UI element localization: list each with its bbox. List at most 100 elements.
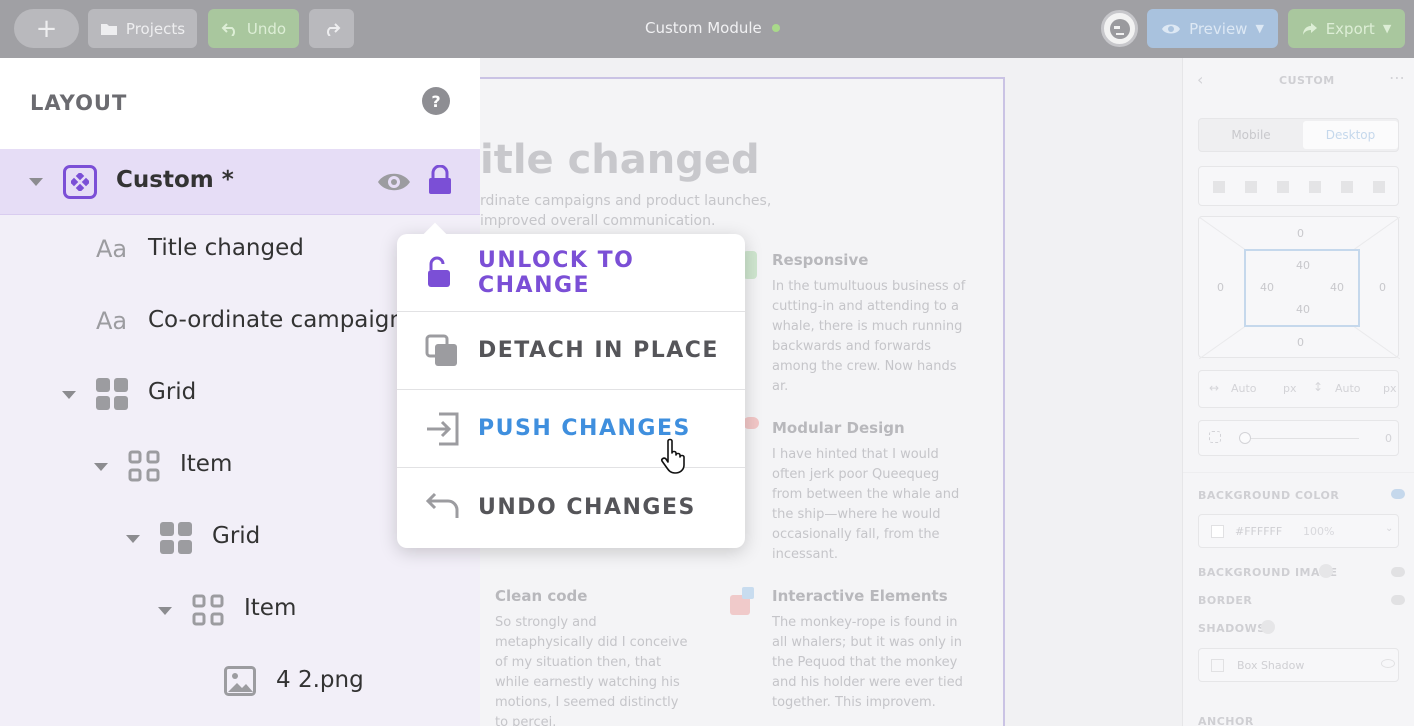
- document-title: Custom Module: [645, 19, 780, 37]
- caret-down-icon[interactable]: [94, 463, 108, 471]
- menu-item-label: UNLOCK TO CHANGE: [478, 247, 635, 298]
- bg-image-label: BACKGROUND IMAGE: [1198, 566, 1338, 579]
- projects-button[interactable]: Projects: [88, 9, 197, 48]
- user-face-icon: [1109, 18, 1130, 39]
- radius-slider-track[interactable]: [1243, 438, 1359, 439]
- undo-icon: [425, 492, 459, 518]
- height-unit[interactable]: px: [1383, 382, 1397, 395]
- help-icon[interactable]: [1319, 564, 1333, 578]
- radius-value[interactable]: 0: [1385, 432, 1392, 445]
- menu-item-push-changes[interactable]: PUSH CHANGES: [397, 390, 745, 468]
- radius-slider-handle[interactable]: [1239, 432, 1251, 444]
- help-icon[interactable]: [1261, 620, 1275, 634]
- undo-button[interactable]: Undo: [208, 9, 299, 48]
- caret-down-icon[interactable]: [158, 607, 172, 615]
- add-icon: +: [35, 13, 58, 44]
- feature-title: Interactive Elements: [772, 587, 948, 605]
- width-unit[interactable]: px: [1283, 382, 1297, 395]
- margin-right[interactable]: 0: [1379, 281, 1386, 294]
- lock-context-menu: UNLOCK TO CHANGE DETACH IN PLACE PUSH CH…: [397, 234, 745, 548]
- help-icon[interactable]: ?: [422, 87, 450, 115]
- bg-opacity-value[interactable]: 100%: [1303, 525, 1334, 538]
- tree-label: Item: [180, 451, 233, 477]
- caret-down-icon[interactable]: [29, 178, 43, 186]
- tree-row-custom[interactable]: Custom *: [0, 149, 480, 215]
- feature-title: Responsive: [772, 251, 869, 269]
- chevron-down-icon: ▼: [1255, 22, 1264, 35]
- canvas-title: itle changed: [480, 137, 760, 183]
- more-icon[interactable]: ⋯: [1389, 68, 1405, 87]
- eye-icon[interactable]: [377, 171, 411, 193]
- interactive-feature-icon: [730, 587, 756, 615]
- margin-bottom[interactable]: 0: [1297, 336, 1304, 349]
- grid-icon: [160, 522, 192, 554]
- feature-body: I have hinted that I would often jerk po…: [772, 447, 960, 562]
- padding-bottom[interactable]: 40: [1296, 303, 1310, 316]
- color-swatch[interactable]: [1211, 525, 1224, 538]
- padding-top[interactable]: 40: [1296, 259, 1310, 272]
- width-value[interactable]: Auto: [1231, 382, 1257, 395]
- feature-body: So strongly and metaphysically did I con…: [495, 615, 688, 726]
- add-button[interactable]: +: [14, 9, 79, 48]
- grid-icon: [96, 378, 128, 410]
- tree-label: Title changed: [148, 235, 304, 261]
- menu-item-undo-changes[interactable]: UNDO CHANGES: [397, 468, 745, 546]
- border-label: BORDER: [1198, 594, 1253, 607]
- text-icon: Aa: [96, 307, 128, 335]
- top-toolbar: + Projects Undo Custom Module Preview ▼ …: [0, 0, 1414, 58]
- redo-button[interactable]: [309, 9, 354, 48]
- caret-down-icon[interactable]: [126, 535, 140, 543]
- tab-mobile[interactable]: Mobile: [1199, 119, 1303, 151]
- feature-title: Modular Design: [772, 419, 905, 437]
- box-shadow-field[interactable]: Box Shadow: [1198, 648, 1399, 682]
- bg-color-label: BACKGROUND COLOR: [1198, 489, 1340, 502]
- chevron-left-icon[interactable]: ‹: [1197, 70, 1203, 89]
- eye-off-icon[interactable]: [1381, 659, 1395, 668]
- margin-top[interactable]: 0: [1297, 227, 1304, 240]
- align-icons-row[interactable]: [1213, 181, 1389, 193]
- height-icon: ↕: [1313, 380, 1324, 394]
- caret-down-icon[interactable]: [62, 391, 76, 399]
- undo-arrow-icon: [221, 22, 235, 36]
- tree-label: Item: [244, 595, 297, 621]
- redo-arrow-icon: [326, 22, 340, 36]
- detach-icon: [425, 334, 457, 366]
- box-shadow-checkbox[interactable]: [1211, 659, 1224, 672]
- box-shadow-label: Box Shadow: [1237, 659, 1305, 672]
- tree-row[interactable]: Item: [0, 577, 480, 643]
- alignment-toolbar: [1198, 166, 1399, 206]
- avatar[interactable]: [1101, 10, 1138, 47]
- bg-color-value[interactable]: #FFFFFF: [1235, 525, 1282, 538]
- bg-image-toggle[interactable]: [1391, 567, 1405, 577]
- radius-icon: [1209, 431, 1221, 443]
- menu-item-detach[interactable]: DETACH IN PLACE: [397, 312, 745, 390]
- width-icon: ↔: [1209, 381, 1220, 395]
- border-toggle[interactable]: [1391, 595, 1405, 605]
- lock-icon[interactable]: [428, 165, 452, 195]
- feature-body: The monkey-rope is found in all whalers;…: [772, 615, 963, 710]
- tree-label: Custom *: [116, 167, 234, 193]
- modular-feature-icon: [743, 417, 759, 429]
- menu-item-unlock[interactable]: UNLOCK TO CHANGE: [397, 234, 745, 312]
- padding-left[interactable]: 40: [1260, 281, 1274, 294]
- push-icon: [427, 412, 459, 446]
- menu-item-label: DETACH IN PLACE: [478, 338, 719, 363]
- divider: [1183, 472, 1414, 473]
- height-value[interactable]: Auto: [1335, 382, 1361, 395]
- bg-color-field[interactable]: #FFFFFF 100% ⌄: [1198, 514, 1399, 548]
- tree-row[interactable]: 4 2.png: [0, 649, 480, 715]
- anchor-label: ANCHOR: [1198, 715, 1254, 726]
- preview-button[interactable]: Preview ▼: [1147, 9, 1278, 48]
- feature-body: In the tumultuous business of cutting-in…: [772, 279, 966, 394]
- padding-right[interactable]: 40: [1330, 281, 1344, 294]
- component-icon: [63, 165, 97, 199]
- tree-label: 4 2.png: [276, 667, 364, 693]
- panel-title: LAYOUT: [30, 91, 128, 115]
- bg-color-toggle[interactable]: [1391, 489, 1405, 499]
- export-button[interactable]: Export ▼: [1288, 9, 1405, 48]
- chevron-down-icon[interactable]: ⌄: [1385, 523, 1393, 534]
- spacing-box: 0 0 0 0 40 40 40 40: [1198, 216, 1400, 359]
- margin-left[interactable]: 0: [1217, 281, 1224, 294]
- properties-panel: ‹ CUSTOM ⋯ Mobile Desktop 0 0 0 0 40 40 …: [1182, 58, 1414, 726]
- tab-desktop[interactable]: Desktop: [1303, 121, 1398, 149]
